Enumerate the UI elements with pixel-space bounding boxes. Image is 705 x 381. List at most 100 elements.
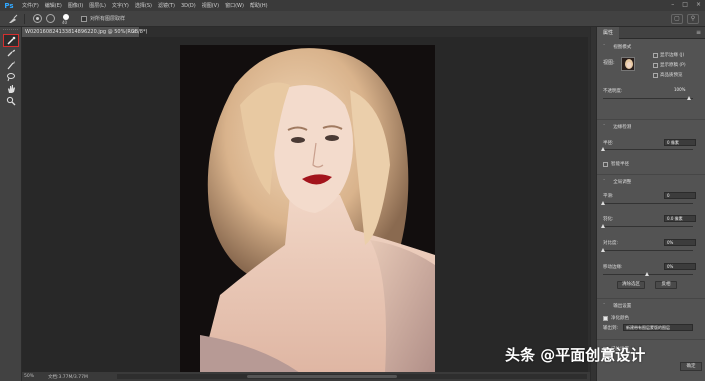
close-icon[interactable]: × bbox=[696, 1, 701, 8]
horizontal-scrollbar[interactable] bbox=[117, 374, 587, 379]
high-quality-preview-label: 高品质预览 bbox=[660, 73, 683, 78]
portrait-image bbox=[180, 45, 435, 372]
lasso-tool-icon[interactable] bbox=[4, 71, 18, 82]
sample-all-layers-checkbox[interactable] bbox=[81, 15, 87, 22]
refine-edge-brush-icon[interactable] bbox=[4, 47, 18, 58]
ok-button[interactable]: 确定 bbox=[680, 362, 702, 371]
shift-edge-label: 移动边缘: bbox=[603, 265, 623, 270]
shift-edge-row: 移动边缘: 0% bbox=[603, 263, 699, 270]
show-edge-checkbox[interactable] bbox=[653, 52, 658, 58]
clear-selection-button[interactable]: 清除选区 bbox=[617, 281, 645, 289]
menu-help[interactable]: 帮助(H) bbox=[250, 2, 268, 9]
contrast-row: 对比度: 0% bbox=[603, 239, 699, 246]
opacity-slider-knob[interactable] bbox=[687, 96, 691, 100]
menu-edit[interactable]: 编辑(E) bbox=[45, 2, 62, 9]
document-tab-row: W020160824133814896220.jpg @ 50%(RGB/8*)… bbox=[22, 27, 590, 37]
menu-select[interactable]: 选择(S) bbox=[135, 2, 152, 9]
zoom-tool-icon[interactable] bbox=[4, 95, 18, 106]
global-refine-header[interactable]: ˇ 全局调整 bbox=[603, 179, 631, 185]
decontaminate-option[interactable]: 净化颜色 bbox=[603, 315, 629, 321]
photoshop-window: Ps 文件(F) 编辑(E) 图像(I) 图层(L) 文字(Y) 选择(S) 滤… bbox=[0, 0, 705, 381]
output-to-select[interactable]: 新建带有图层蒙版的图层 bbox=[623, 324, 693, 331]
radius-input[interactable]: 0 像素 bbox=[664, 139, 696, 146]
high-quality-preview-option[interactable]: 高品质预览 bbox=[653, 72, 683, 78]
show-original-option[interactable]: 显示原稿 (P) bbox=[653, 62, 686, 68]
smart-radius-checkbox[interactable] bbox=[603, 161, 608, 167]
contrast-slider-knob[interactable] bbox=[601, 248, 605, 252]
horizontal-scroll-thumb[interactable] bbox=[247, 375, 397, 378]
search-icon[interactable]: ⚲ bbox=[687, 14, 699, 24]
contrast-input[interactable]: 0% bbox=[664, 239, 696, 246]
decontaminate-checkbox[interactable] bbox=[603, 315, 608, 321]
document-tab-title: W020160824133814896220.jpg @ 50%(RGB/8*) bbox=[25, 29, 148, 35]
radius-slider-knob[interactable] bbox=[601, 147, 605, 151]
brush-size-value: 40 bbox=[62, 19, 68, 25]
canvas-area[interactable] bbox=[22, 37, 590, 372]
options-separator bbox=[24, 13, 25, 24]
add-mode-icon[interactable] bbox=[33, 14, 42, 23]
smooth-input[interactable]: 0 bbox=[664, 192, 696, 199]
radius-label: 半径: bbox=[603, 141, 614, 146]
opacity-value[interactable]: 100% bbox=[672, 87, 696, 94]
invert-button[interactable]: 反相 bbox=[655, 281, 677, 289]
smart-radius-label: 智能半径 bbox=[611, 162, 629, 167]
subtract-mode-icon[interactable] bbox=[46, 14, 55, 23]
show-original-label: 显示原稿 (P) bbox=[660, 63, 686, 68]
menu-3d[interactable]: 3D(D) bbox=[181, 3, 196, 9]
view-mode-thumbnail[interactable] bbox=[621, 57, 635, 71]
zoom-level[interactable]: 50% bbox=[24, 374, 40, 379]
panel-menu-icon[interactable]: ≡ bbox=[696, 29, 701, 36]
view-mode-label: 视图模式 bbox=[613, 45, 632, 50]
smart-radius-option[interactable]: 智能半径 bbox=[603, 161, 629, 167]
smooth-slider-track[interactable] bbox=[603, 203, 693, 204]
section-divider bbox=[597, 119, 705, 120]
shift-edge-slider-knob[interactable] bbox=[645, 272, 649, 276]
section-divider bbox=[597, 174, 705, 175]
document-tab[interactable]: W020160824133814896220.jpg @ 50%(RGB/8*)… bbox=[22, 27, 147, 37]
menu-filter[interactable]: 滤镜(T) bbox=[158, 2, 175, 9]
feather-input[interactable]: 0.0 像素 bbox=[664, 215, 696, 222]
minimize-icon[interactable]: – bbox=[671, 1, 674, 8]
tools-grip[interactable] bbox=[3, 29, 18, 33]
brush-size-picker[interactable]: 40 bbox=[59, 13, 73, 25]
radius-row: 半径: 0 像素 bbox=[603, 139, 699, 146]
opacity-slider-track[interactable] bbox=[603, 98, 693, 99]
brush-tool-icon[interactable] bbox=[4, 59, 18, 70]
menu-window[interactable]: 窗口(W) bbox=[225, 2, 244, 9]
opacity-row: 不透明度: 100% bbox=[603, 87, 699, 94]
chevron-down-icon: ˇ bbox=[603, 304, 606, 309]
hand-tool-icon[interactable] bbox=[4, 83, 18, 94]
contrast-slider-track[interactable] bbox=[603, 250, 693, 251]
feather-slider-track[interactable] bbox=[603, 226, 693, 227]
menu-layer[interactable]: 图层(L) bbox=[89, 2, 106, 9]
workspace-icon[interactable]: ▢ bbox=[671, 14, 683, 24]
section-divider bbox=[597, 339, 705, 340]
smooth-label: 平滑: bbox=[603, 194, 614, 199]
menu-image[interactable]: 图像(I) bbox=[68, 2, 83, 9]
output-settings-header[interactable]: ˇ 输出设置 bbox=[603, 303, 631, 309]
section-divider bbox=[597, 298, 705, 299]
close-tab-icon[interactable]: × bbox=[132, 27, 136, 37]
tab-properties[interactable]: 属性 bbox=[597, 27, 619, 39]
high-quality-preview-checkbox[interactable] bbox=[653, 72, 658, 78]
menu-view[interactable]: 视图(V) bbox=[202, 2, 219, 9]
show-edge-label: 显示边缘 (J) bbox=[660, 53, 685, 58]
feather-slider-knob[interactable] bbox=[601, 224, 605, 228]
menu-file[interactable]: 文件(F) bbox=[22, 2, 39, 9]
radius-slider-track[interactable] bbox=[603, 149, 693, 150]
menu-type[interactable]: 文字(Y) bbox=[112, 2, 129, 9]
properties-panel: 属性 ≡ ˇ 视图模式 视图: 显示边缘 (J) 显示原稿 (P) 高品质预览 不… bbox=[596, 27, 705, 381]
shift-edge-input[interactable]: 0% bbox=[664, 263, 696, 270]
maximize-icon[interactable]: □ bbox=[682, 1, 688, 8]
opacity-label: 不透明度: bbox=[603, 89, 623, 94]
smooth-slider-knob[interactable] bbox=[601, 201, 605, 205]
smooth-row: 平滑: 0 bbox=[603, 192, 699, 199]
edge-detection-header[interactable]: ˇ 边缘检测 bbox=[603, 124, 631, 130]
view-label: 视图: bbox=[603, 60, 615, 66]
options-bar: 40 对所有图层取样 ▢ ⚲ bbox=[0, 11, 705, 27]
decontaminate-label: 净化颜色 bbox=[611, 316, 629, 321]
brush-preset-icon[interactable] bbox=[6, 13, 20, 25]
show-edge-option[interactable]: 显示边缘 (J) bbox=[653, 52, 684, 58]
quick-selection-tool-icon[interactable] bbox=[2, 34, 19, 47]
show-original-checkbox[interactable] bbox=[653, 62, 658, 68]
